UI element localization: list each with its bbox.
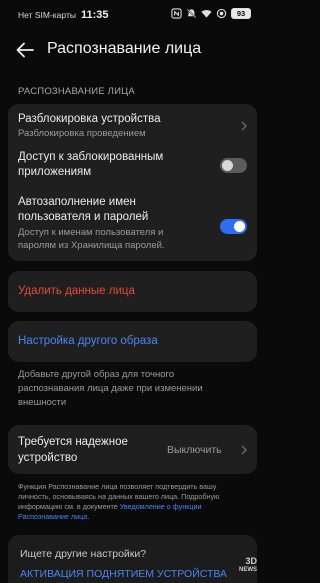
status-bar-left: Нет SIM-карты 11:35: [18, 9, 109, 21]
battery-icon: 93: [231, 8, 251, 19]
device-unlock-title: Разблокировка устройства: [18, 113, 161, 125]
screen: Нет SIM-карты 11:35 93 Распознавание лиц…: [0, 0, 265, 583]
locked-apps-toggle[interactable]: [220, 158, 247, 173]
page-title: Распознавание лица: [47, 40, 202, 57]
device-unlock-row[interactable]: Разблокировка устройства Разблокировка п…: [8, 104, 257, 144]
trusted-device-title-line2: устройство: [18, 452, 78, 464]
alternate-appearance-button[interactable]: Настройка другого образа: [8, 321, 257, 362]
alternate-appearance-description-line2: распознавания лица даже при изменении: [18, 383, 203, 394]
delete-face-data-button[interactable]: Удалить данные лица: [8, 271, 257, 312]
locked-apps-title-line1: Доступ к заблокированным: [18, 151, 164, 163]
watermark-line1: 3D: [245, 556, 257, 566]
silent-mode-icon: [186, 8, 197, 19]
footnote-notice-link-cont[interactable]: Распознавание лица: [18, 512, 87, 521]
face-settings-card: Разблокировка устройства Разблокировка п…: [8, 104, 257, 261]
section-label: РАСПОЗНАВАНИЕ ЛИЦА: [18, 86, 135, 97]
autofill-title-line2: пользователя и паролей: [18, 211, 149, 223]
other-settings-question: Ищете другие настройки?: [20, 548, 147, 560]
delete-face-data-label: Удалить данные лица: [18, 285, 135, 297]
back-arrow-icon[interactable]: [14, 40, 36, 60]
carrier-label: Нет SIM-карты: [18, 10, 76, 20]
chevron-right-icon: [241, 121, 247, 131]
autofill-subtitle-line1: Доступ к именам пользователя и: [18, 227, 164, 238]
device-unlock-subtitle: Разблокировка проведением: [18, 128, 146, 139]
footnote-line2: личность, основываясь на данных вашего л…: [18, 492, 220, 501]
clock: 11:35: [80, 9, 109, 21]
autofill-row: Автозаполнение имен пользователя и парол…: [8, 190, 257, 260]
footnote-notice-link[interactable]: Уведомление о функции: [120, 502, 202, 511]
nfc-icon: [171, 8, 182, 19]
status-bar-right: 93: [171, 8, 251, 19]
other-settings-card: Ищете другие настройки? АКТИВАЦИЯ ПОДНЯТ…: [8, 535, 257, 583]
trusted-device-row[interactable]: Требуется надежное устройство Выключить: [8, 425, 257, 474]
wifi-icon: [201, 10, 212, 18]
raise-to-wake-link[interactable]: АКТИВАЦИЯ ПОДНЯТИЕМ УСТРОЙСТВА: [20, 568, 227, 580]
locked-apps-row: Доступ к заблокированным приложениям: [8, 146, 257, 186]
footnote-suffix: .: [87, 512, 90, 521]
trusted-device-value: Выключить: [167, 444, 222, 456]
autofill-subtitle-line2: паролям из Хранилища паролей.: [18, 240, 165, 251]
chevron-right-icon: [241, 445, 247, 455]
locked-apps-title-line2: приложениям: [18, 166, 92, 178]
footnote-line3: информацию см. в документе Уведомление о…: [18, 502, 246, 512]
face-recognition-footnote: Функция Распознавание лица позволяет под…: [18, 482, 246, 522]
autofill-title-line1: Автозаполнение имен: [18, 196, 136, 208]
alternate-appearance-label: Настройка другого образа: [18, 335, 158, 347]
alternate-appearance-description-line3: внешности: [18, 397, 67, 408]
site-watermark: 3D NEWS: [239, 557, 257, 575]
status-bar: Нет SIM-карты 11:35 93: [0, 0, 265, 30]
footnote-line3-prefix: информацию см. в документе: [18, 502, 120, 511]
alternate-appearance-description-line1: Добавьте другой образ для точного: [18, 369, 175, 380]
watermark-line2: NEWS: [239, 567, 257, 573]
footnote-line1: Функция Распознавание лица позволяет под…: [18, 482, 217, 491]
alternate-appearance-description: Добавьте другой образ для точного распоз…: [18, 368, 248, 410]
screen-record-icon: [216, 8, 227, 19]
app-header: Распознавание лица: [0, 34, 265, 66]
footnote-line4: Распознавание лица.: [18, 512, 246, 522]
autofill-toggle[interactable]: [220, 219, 247, 234]
trusted-device-title-line1: Требуется надежное: [18, 436, 128, 448]
